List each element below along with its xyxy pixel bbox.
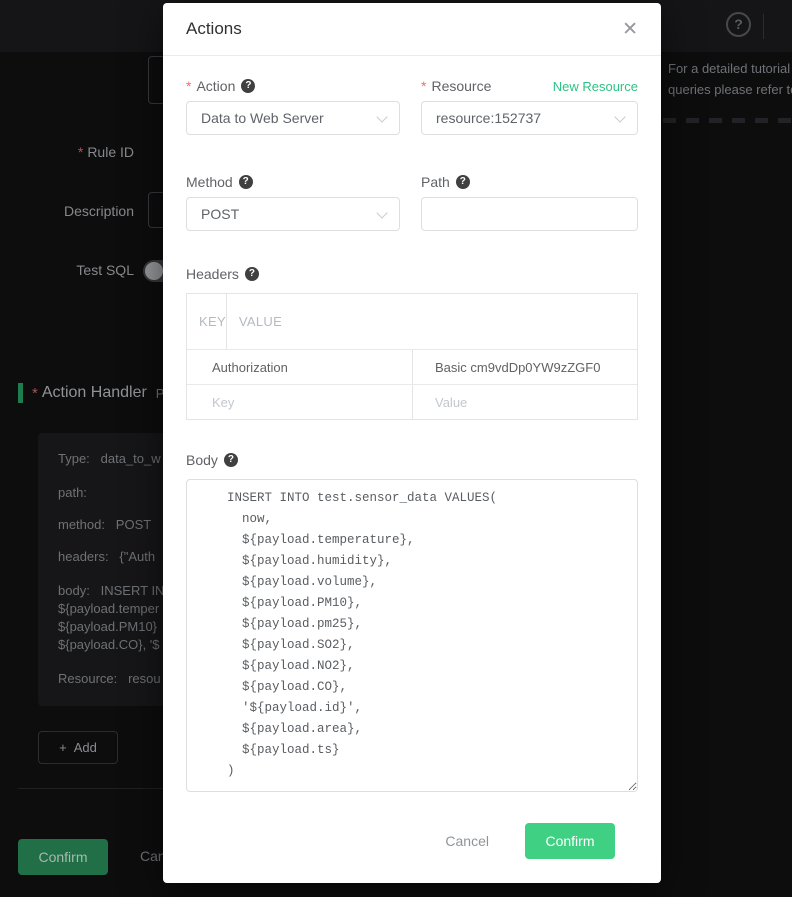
body-textarea[interactable]: INSERT INTO test.sensor_data VALUES( now…	[186, 479, 638, 792]
action-select[interactable]: Data to Web Server	[186, 101, 400, 135]
tutorial-hint: For a detailed tutorial queries please r…	[668, 58, 792, 100]
help-icon[interactable]: ?	[456, 175, 470, 189]
actions-modal: Actions ✕ * Action ? * Resource New Reso…	[163, 3, 661, 883]
resource-select-value: resource:152737	[436, 110, 541, 126]
tutorial-hint-line2: queries please refer to	[668, 79, 792, 100]
modal-title: Actions	[186, 19, 622, 39]
test-sql-label: Test SQL	[0, 262, 134, 278]
app-root: ? For a detailed tutorial queries please…	[0, 0, 792, 897]
headers-field-label: Headers ?	[186, 265, 638, 283]
plus-icon: +	[59, 740, 67, 755]
dashed-divider	[663, 118, 792, 123]
required-mark: *	[78, 144, 83, 160]
value-column-header: VALUE	[227, 294, 282, 349]
path-field-label: Path ?	[421, 173, 638, 191]
action-resource-line: Resource: resou	[58, 671, 161, 686]
key-column-header: KEY	[187, 294, 227, 349]
modal-header: Actions ✕	[163, 3, 661, 56]
action-body-line: body: INSERT IN	[58, 583, 164, 598]
help-icon[interactable]: ?	[239, 175, 253, 189]
required-mark: *	[186, 78, 191, 94]
action-body-wrap2: ${payload.PM10}	[58, 619, 157, 634]
description-label: Description	[0, 203, 134, 219]
header-key-cell[interactable]: Authorization	[187, 350, 413, 384]
section-accent-bar	[18, 383, 23, 403]
action-handler-title: Action Handler	[42, 384, 147, 402]
tutorial-hint-line1: For a detailed tutorial	[668, 58, 792, 79]
action-method-line: method: POST	[58, 517, 151, 532]
confirm-button[interactable]: Confirm	[525, 823, 615, 859]
action-body-wrap3: ${payload.CO}, '$	[58, 637, 160, 652]
path-input[interactable]	[421, 197, 638, 231]
table-row[interactable]: Key Value	[187, 384, 637, 419]
header-value-placeholder-cell[interactable]: Value	[413, 385, 637, 419]
method-select-value: POST	[201, 206, 239, 222]
required-mark: *	[32, 385, 38, 402]
header-key-placeholder-cell[interactable]: Key	[187, 385, 413, 419]
help-icon[interactable]: ?	[726, 12, 751, 37]
action-type-line: Type: data_to_w	[58, 451, 161, 466]
cancel-button[interactable]: Cancel	[445, 833, 489, 849]
action-handler-section-header: * Action Handler Pe	[18, 383, 172, 403]
topbar-divider	[763, 14, 764, 39]
action-path-line: path:	[58, 485, 87, 500]
required-mark: *	[421, 78, 426, 94]
action-field-label: * Action ?	[186, 77, 400, 95]
modal-footer: Cancel Confirm	[186, 797, 638, 859]
add-button-label: Add	[74, 740, 97, 755]
body-field-label: Body ?	[186, 451, 638, 469]
help-icon[interactable]: ?	[224, 453, 238, 467]
resource-field-label: * Resource New Resource	[421, 77, 638, 95]
resource-select[interactable]: resource:152737	[421, 101, 638, 135]
chevron-down-icon	[614, 111, 625, 122]
action-select-value: Data to Web Server	[201, 110, 324, 126]
add-action-button[interactable]: + Add	[38, 731, 118, 764]
table-row[interactable]: Authorization Basic cm9vdDp0YW9zZGF0	[187, 349, 637, 384]
action-headers-line: headers: {"Auth	[58, 549, 155, 564]
close-icon[interactable]: ✕	[622, 20, 638, 39]
rule-id-label: *Rule ID	[0, 144, 134, 160]
help-icon[interactable]: ?	[241, 79, 255, 93]
chevron-down-icon	[376, 207, 387, 218]
page-confirm-button[interactable]: Confirm	[18, 839, 108, 875]
help-icon[interactable]: ?	[245, 267, 259, 281]
method-select[interactable]: POST	[186, 197, 400, 231]
method-field-label: Method ?	[186, 173, 400, 191]
header-value-cell[interactable]: Basic cm9vdDp0YW9zZGF0	[413, 350, 637, 384]
headers-table: KEY VALUE Authorization Basic cm9vdDp0YW…	[186, 293, 638, 420]
toggle-knob	[145, 262, 163, 280]
headers-table-header: KEY VALUE	[187, 294, 637, 349]
chevron-down-icon	[376, 111, 387, 122]
modal-body: * Action ? * Resource New Resource Data …	[163, 56, 661, 859]
action-body-wrap1: ${payload.temper	[58, 601, 159, 616]
new-resource-link[interactable]: New Resource	[553, 79, 638, 94]
